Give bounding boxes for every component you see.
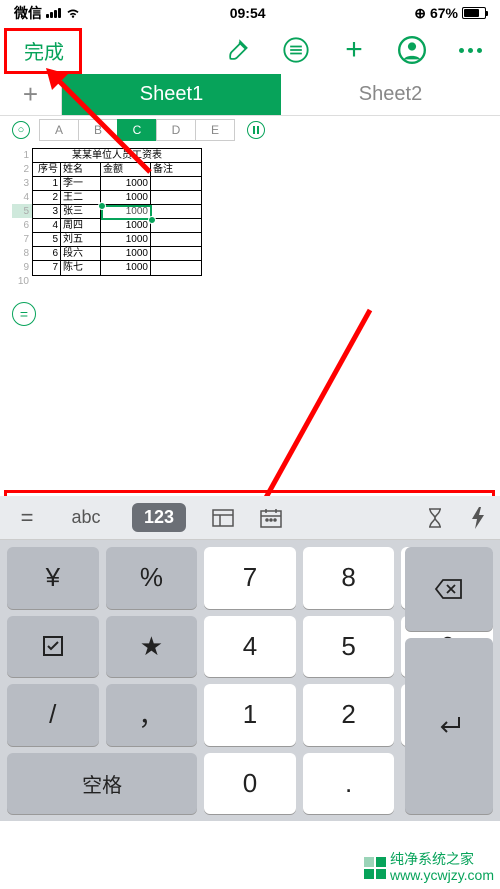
brush-icon[interactable] <box>224 36 252 64</box>
keyboard-mode-bar: = abc 123 <box>0 496 500 540</box>
key-4[interactable]: 4 <box>204 616 296 678</box>
pause-icon[interactable] <box>247 121 265 139</box>
signal-icon <box>46 8 61 18</box>
key-7[interactable]: 7 <box>204 547 296 609</box>
key-enter[interactable] <box>405 638 493 814</box>
kb-calendar-icon[interactable] <box>260 508 282 528</box>
wifi-icon <box>65 7 81 19</box>
kb-tab-icon[interactable] <box>212 509 234 527</box>
profile-icon[interactable] <box>398 36 426 64</box>
key-checkbox[interactable] <box>7 616 99 678</box>
key-8[interactable]: 8 <box>303 547 395 609</box>
key-0[interactable]: 0 <box>204 753 296 815</box>
kb-mode-123[interactable]: 123 <box>132 503 186 532</box>
key-star[interactable]: ★ <box>106 616 198 678</box>
tab-sheet1[interactable]: Sheet1 <box>62 74 281 115</box>
key-slash[interactable]: / <box>7 684 99 746</box>
key-percent[interactable]: % <box>106 547 198 609</box>
col-c[interactable]: C <box>117 119 157 141</box>
kb-mode-formula[interactable]: = <box>14 505 40 531</box>
status-bar: 微信 09:54 ⊕ 67% <box>0 0 500 26</box>
carrier: 微信 <box>14 3 42 23</box>
battery-pct: 67% <box>430 5 458 21</box>
key-backspace[interactable] <box>405 547 493 631</box>
more-icon[interactable] <box>456 36 484 64</box>
selection-box <box>101 205 152 220</box>
key-5[interactable]: 5 <box>303 616 395 678</box>
col-b[interactable]: B <box>78 119 118 141</box>
col-e[interactable]: E <box>195 119 235 141</box>
key-yen[interactable]: ¥ <box>7 547 99 609</box>
key-comma[interactable]: ， <box>106 684 198 746</box>
record-icon[interactable]: ○ <box>12 121 30 139</box>
clock: 09:54 <box>230 5 266 21</box>
battery-icon <box>462 7 486 19</box>
row-numbers: 1234 5678 910 <box>12 148 32 288</box>
add-sheet-button[interactable]: + <box>0 74 62 115</box>
col-d[interactable]: D <box>156 119 196 141</box>
spreadsheet[interactable]: 1234 5678 910 某某单位人员工资表 序号姓名金额备注 1李一1000… <box>0 148 500 288</box>
column-header: ○ A B C D E <box>0 116 500 144</box>
alarm-icon: ⊕ <box>414 5 426 22</box>
key-space[interactable]: 空格 <box>7 753 197 815</box>
kb-mode-abc[interactable]: abc <box>66 507 106 528</box>
col-a[interactable]: A <box>39 119 79 141</box>
tab-sheet2[interactable]: Sheet2 <box>281 74 500 115</box>
sheet-tabs: + Sheet1 Sheet2 <box>0 74 500 116</box>
add-icon[interactable]: + <box>340 36 368 64</box>
key-dot[interactable]: . <box>303 753 395 815</box>
table-title: 某某单位人员工资表 <box>33 149 201 163</box>
formula-button[interactable]: = <box>12 302 36 326</box>
menu-icon[interactable] <box>282 36 310 64</box>
kb-lightning-icon[interactable] <box>470 506 486 530</box>
annotation-highlight-done <box>4 28 82 74</box>
key-2[interactable]: 2 <box>303 684 395 746</box>
watermark: 纯净系统之家 www.ycwjzy.com <box>364 852 494 883</box>
kb-hourglass-icon[interactable] <box>426 507 444 529</box>
key-1[interactable]: 1 <box>204 684 296 746</box>
